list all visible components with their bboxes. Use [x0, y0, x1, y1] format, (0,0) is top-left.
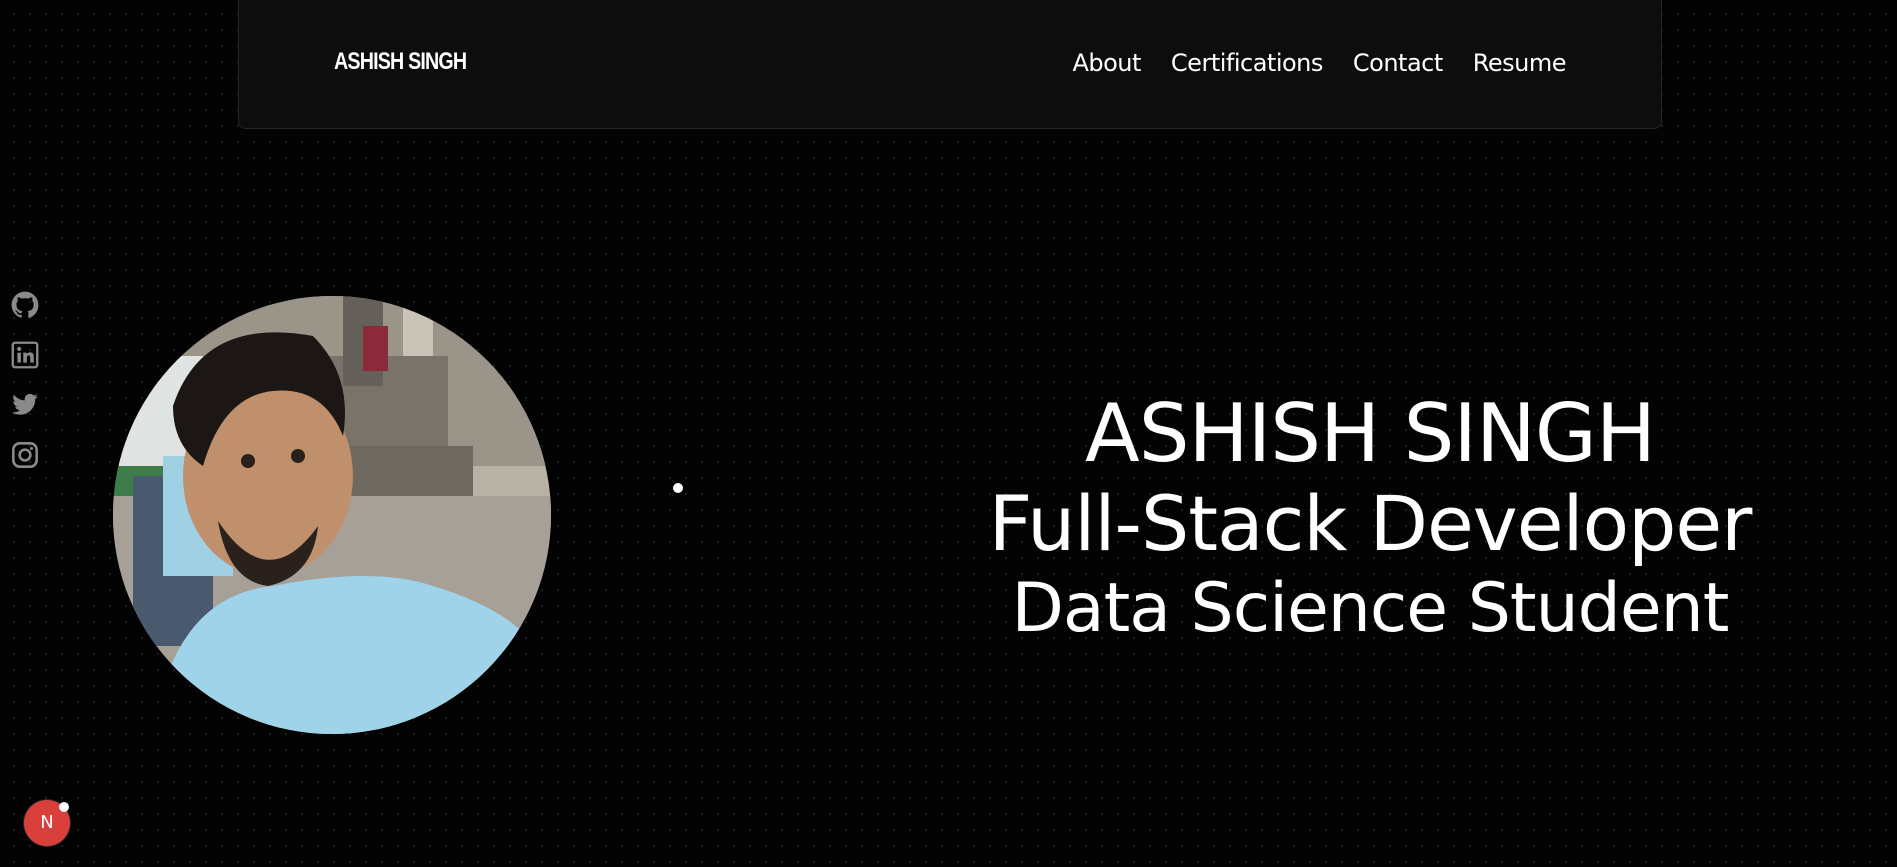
github-icon[interactable]: [11, 291, 39, 319]
nav-link-contact[interactable]: Contact: [1353, 48, 1443, 78]
hero-role: Full-Stack Developer: [988, 479, 1753, 568]
social-sidebar: [11, 291, 39, 469]
cursor-dot: [673, 483, 683, 493]
hero-study: Data Science Student: [1011, 569, 1730, 648]
nav-link-about[interactable]: About: [1072, 48, 1141, 78]
linkedin-icon[interactable]: [11, 341, 39, 369]
nav-link-resume[interactable]: Resume: [1473, 48, 1567, 78]
nav-link-certifications[interactable]: Certifications: [1171, 48, 1323, 78]
nav-links: About Certifications Contact Resume: [1072, 48, 1566, 78]
instagram-icon[interactable]: [11, 441, 39, 469]
hero-text: ASHISH SINGH Full-Stack Developer Data S…: [940, 388, 1800, 650]
brand-logo[interactable]: ASHISH SINGH: [334, 47, 467, 77]
navbar: ASHISH SINGH About Certifications Contac…: [238, 0, 1662, 129]
page: ASHISH SINGH About Certifications Contac…: [0, 0, 1897, 867]
twitter-icon[interactable]: [11, 391, 39, 419]
hero-name: ASHISH SINGH: [1085, 387, 1656, 480]
dev-indicator-status-dot: [59, 802, 69, 812]
profile-photo: [113, 296, 551, 734]
